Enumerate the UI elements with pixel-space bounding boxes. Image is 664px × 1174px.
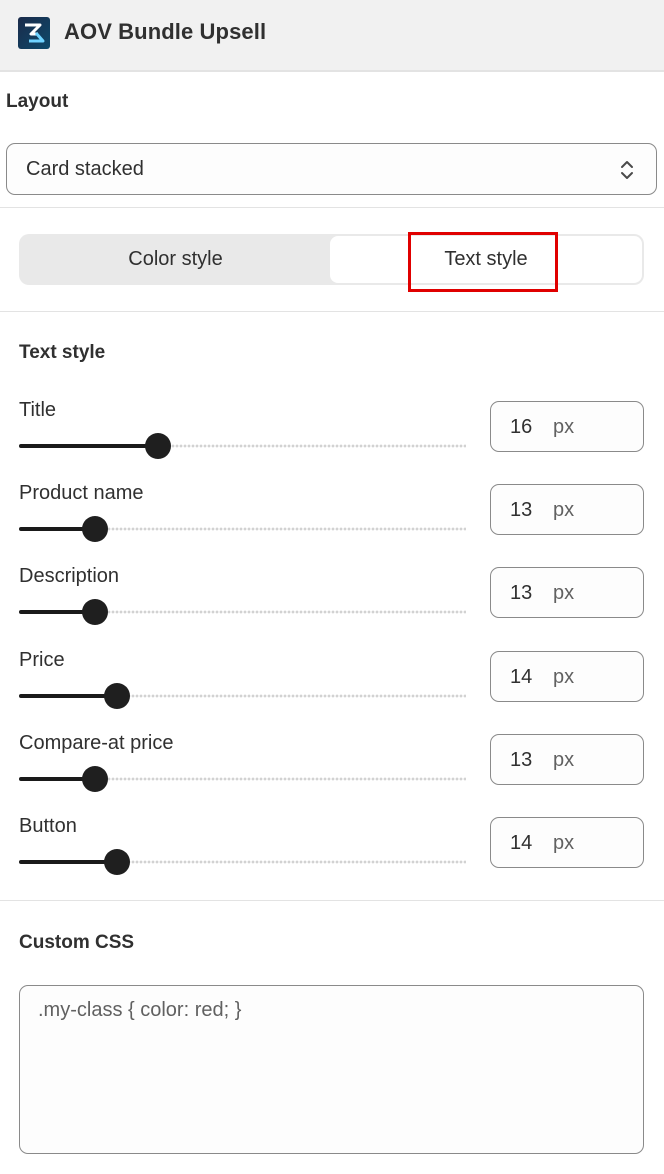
slider-thumb[interactable] — [104, 683, 130, 709]
unit-suffix: px — [553, 749, 575, 771]
slider-fill — [19, 444, 158, 448]
layout-label: Layout — [6, 91, 69, 112]
custom-css-heading: Custom CSS — [19, 932, 135, 953]
app-title: AOV Bundle Upsell — [64, 19, 267, 44]
font-size-slider[interactable] — [19, 599, 466, 625]
custom-css-input[interactable]: .my-class { color: red; } — [19, 985, 644, 1154]
slider-thumb[interactable] — [82, 599, 108, 625]
font-size-slider[interactable] — [19, 766, 466, 792]
layout-select[interactable]: Card stacked — [6, 143, 657, 195]
layout-select-value: Card stacked — [26, 158, 144, 180]
tab-color-style[interactable]: Color style — [19, 234, 332, 285]
font-size-input[interactable]: 14 px — [490, 651, 644, 702]
app-logo-icon — [18, 17, 50, 49]
font-size-slider[interactable] — [19, 516, 466, 542]
divider — [0, 311, 664, 312]
unit-suffix: px — [553, 582, 575, 604]
font-size-input[interactable]: 13 px — [490, 567, 644, 618]
font-size-value: 13 — [510, 749, 533, 771]
style-tabs: Color style Text style — [19, 234, 644, 285]
font-size-value: 14 — [510, 832, 533, 854]
unit-suffix: px — [553, 666, 575, 688]
slider-fill — [19, 860, 117, 864]
font-size-value: 13 — [510, 582, 533, 604]
font-size-label: Title — [19, 399, 57, 421]
slider-thumb[interactable] — [82, 516, 108, 542]
font-size-slider[interactable] — [19, 433, 466, 459]
font-size-input[interactable]: 13 px — [490, 734, 644, 785]
chevron-up-down-icon — [618, 156, 636, 184]
font-size-value: 16 — [510, 416, 533, 438]
font-size-input[interactable]: 14 px — [490, 817, 644, 868]
slider-thumb[interactable] — [82, 766, 108, 792]
custom-css-placeholder: .my-class { color: red; } — [38, 999, 242, 1021]
app-header: AOV Bundle Upsell — [0, 0, 664, 72]
font-size-label: Product name — [19, 482, 144, 504]
slider-thumb[interactable] — [104, 849, 130, 875]
divider — [0, 207, 664, 208]
font-size-input[interactable]: 16 px — [490, 401, 644, 452]
font-size-label: Description — [19, 565, 120, 587]
font-size-input[interactable]: 13 px — [490, 484, 644, 535]
font-size-label: Price — [19, 649, 65, 671]
slider-fill — [19, 694, 117, 698]
unit-suffix: px — [553, 416, 575, 438]
font-size-value: 14 — [510, 666, 533, 688]
font-size-value: 13 — [510, 499, 533, 521]
font-size-label: Compare-at price — [19, 732, 174, 754]
divider — [0, 900, 664, 901]
font-size-slider[interactable] — [19, 683, 466, 709]
font-size-label: Button — [19, 815, 77, 837]
unit-suffix: px — [553, 499, 575, 521]
text-style-heading: Text style — [19, 342, 106, 363]
unit-suffix: px — [553, 832, 575, 854]
font-size-slider[interactable] — [19, 849, 466, 875]
slider-thumb[interactable] — [145, 433, 171, 459]
tab-text-style[interactable]: Text style — [330, 236, 642, 283]
